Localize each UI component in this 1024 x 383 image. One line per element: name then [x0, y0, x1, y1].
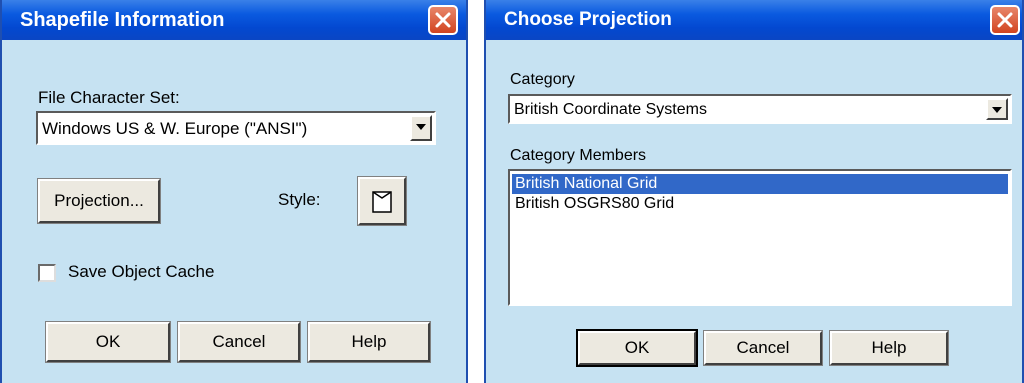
dialog-title: Choose Projection — [504, 9, 672, 30]
members-label: Category Members — [510, 147, 647, 164]
style-button[interactable] — [357, 176, 407, 226]
charset-select[interactable]: Windows US & W. Europe ("ANSI") — [36, 111, 436, 145]
dialog-title: Shapefile Information — [20, 9, 225, 31]
shapefile-information-dialog: Shapefile Information File Character Set… — [0, 0, 468, 383]
help-button[interactable]: Help — [307, 321, 431, 363]
ok-button[interactable]: OK — [576, 329, 698, 367]
close-icon — [997, 12, 1013, 28]
charset-dropdown-button[interactable] — [410, 115, 432, 141]
save-cache-checkbox[interactable] — [38, 264, 56, 282]
dropdown-arrow-icon — [416, 124, 426, 130]
save-cache-label: Save Object Cache — [68, 262, 215, 281]
charset-value: Windows US & W. Europe ("ANSI") — [42, 119, 308, 138]
title-bar[interactable]: Choose Projection — [486, 0, 1022, 40]
style-swatch-icon — [372, 191, 392, 213]
list-item[interactable]: British National Grid — [512, 174, 1008, 194]
close-button[interactable] — [990, 5, 1020, 35]
title-bar[interactable]: Shapefile Information — [2, 0, 466, 40]
cancel-button[interactable]: Cancel — [177, 321, 301, 363]
category-dropdown-button[interactable] — [986, 98, 1008, 120]
help-button[interactable]: Help — [829, 330, 949, 366]
category-value: British Coordinate Systems — [514, 101, 707, 118]
close-icon — [435, 12, 451, 28]
cancel-button[interactable]: Cancel — [703, 330, 823, 366]
members-listbox[interactable]: British National Grid British OSGRS80 Gr… — [508, 169, 1012, 306]
category-select[interactable]: British Coordinate Systems — [508, 94, 1012, 124]
ok-button[interactable]: OK — [45, 321, 171, 363]
choose-projection-dialog: Choose Projection Category British Coord… — [484, 0, 1024, 383]
style-label: Style: — [278, 190, 321, 209]
close-button[interactable] — [428, 5, 458, 35]
charset-label: File Character Set: — [38, 88, 180, 107]
category-label: Category — [510, 71, 575, 88]
list-item[interactable]: British OSGRS80 Grid — [512, 194, 1008, 214]
projection-button[interactable]: Projection... — [37, 178, 161, 224]
dropdown-arrow-icon — [992, 107, 1002, 113]
